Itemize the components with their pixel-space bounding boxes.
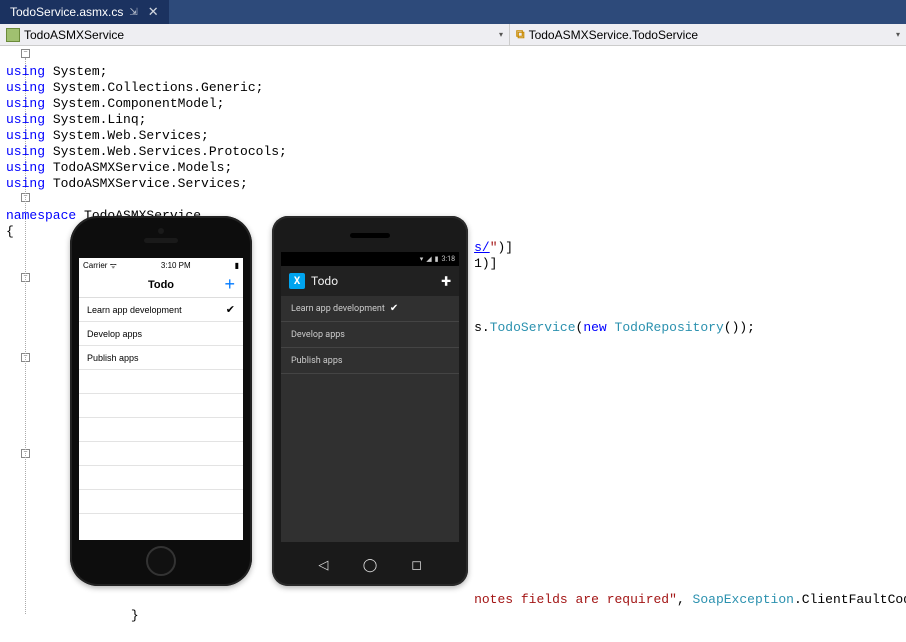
scope-dropdown[interactable]: TodoASMXService ▾ [0,24,510,45]
add-button[interactable]: + [441,271,451,292]
battery-icon: ▮ [235,261,239,270]
chevron-down-icon: ▾ [896,30,900,39]
pin-icon[interactable]: ⇲ [129,7,137,18]
chevron-down-icon: ▾ [499,30,503,39]
speaker-slot [144,238,178,243]
tab-filename: TodoService.asmx.cs [10,5,123,19]
recent-icon[interactable]: ◻ [410,558,424,572]
ios-navbar: Todo + [79,272,243,298]
back-icon[interactable]: ◁ [316,558,330,572]
speaker-slot [350,233,390,238]
clock-label: 3:18 [442,255,456,263]
checkmark-icon: ✔ [390,303,398,314]
list-item[interactable]: Learn app development✔ [281,296,459,322]
keyword: using [6,176,45,191]
close-icon[interactable]: ✕ [148,4,159,20]
phone-previews: Carrier ᯤ 3:10 PM ▮ Todo + Learn app dev… [70,216,468,586]
keyword: using [6,128,45,143]
navigation-bar: TodoASMXService ▾ ⧉ TodoASMXService.Todo… [0,24,906,46]
carrier-label: Carrier ᯤ [83,260,117,271]
iphone-device: Carrier ᯤ 3:10 PM ▮ Todo + Learn app dev… [70,216,252,586]
app-logo-icon: X [289,273,305,289]
list-item[interactable] [79,442,243,466]
keyword: using [6,64,45,79]
battery-icon: ▮ [435,255,439,263]
list-item[interactable] [79,394,243,418]
list-item[interactable]: Publish apps [281,348,459,374]
list-item[interactable] [79,490,243,514]
scope-text: TodoASMXService [24,28,124,42]
signal-icon: ◢ [426,255,431,263]
file-tab[interactable]: TodoService.asmx.cs ⇲ ✕ [0,0,169,24]
keyword: using [6,160,45,175]
home-button[interactable] [146,546,176,576]
ios-status-bar: Carrier ᯤ 3:10 PM ▮ [79,258,243,272]
android-screen: ▾ ◢ ▮ 3:18 X Todo + Learn app developmen… [281,252,459,542]
list-item[interactable] [79,418,243,442]
keyword: using [6,80,45,95]
wifi-icon: ▾ [420,255,424,263]
android-appbar: X Todo + [281,266,459,296]
ios-screen: Carrier ᯤ 3:10 PM ▮ Todo + Learn app dev… [79,258,243,540]
service-icon [6,28,20,42]
member-dropdown[interactable]: ⧉ TodoASMXService.TodoService ▾ [510,24,906,45]
checkmark-icon: ✔ [226,303,235,316]
android-status-bar: ▾ ◢ ▮ 3:18 [281,252,459,266]
page-title: Todo [311,274,338,288]
list-item[interactable]: Learn app development✔ [79,298,243,322]
keyword: using [6,144,45,159]
android-device: ▾ ◢ ▮ 3:18 X Todo + Learn app developmen… [272,216,468,586]
add-button[interactable]: + [224,274,235,295]
keyword: namespace [6,208,76,223]
home-icon[interactable]: ◯ [363,558,377,572]
list-item[interactable]: Develop apps [79,322,243,346]
class-icon: ⧉ [516,27,525,42]
list-item[interactable]: Develop apps [281,322,459,348]
list-item[interactable] [79,370,243,394]
list-item[interactable]: Publish apps [79,346,243,370]
android-navkeys: ◁ ◯ ◻ [272,558,468,572]
document-tabbar: TodoService.asmx.cs ⇲ ✕ [0,0,906,24]
page-title: Todo [148,279,174,291]
member-text: TodoASMXService.TodoService [529,28,698,42]
list-item[interactable] [79,466,243,490]
keyword: using [6,96,45,111]
camera-dot [158,228,164,234]
keyword: using [6,112,45,127]
clock-label: 3:10 PM [161,261,191,270]
